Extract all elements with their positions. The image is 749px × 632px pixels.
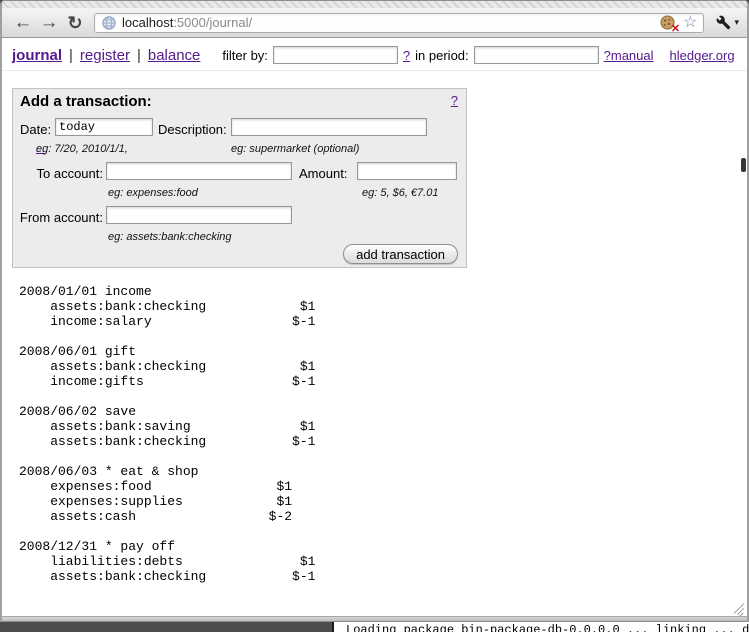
nav-link-balance[interactable]: balance: [148, 47, 201, 64]
app-navbar: journal | register | balance filter by: …: [2, 38, 747, 71]
window-titlebar[interactable]: [2, 0, 747, 8]
scrollbar-thumb[interactable]: [741, 158, 746, 172]
globe-icon: [102, 16, 116, 30]
nav-separator: |: [137, 47, 141, 64]
bookmark-star-icon[interactable]: ☆: [683, 15, 697, 31]
wrench-icon: [716, 15, 731, 30]
background-terminal-window: Loading package bin-package-db-0.0.0.0 .…: [332, 622, 749, 632]
window-bottom-edge: [2, 616, 747, 622]
filter-area: filter by: ? in period: ?: [222, 46, 610, 64]
to-account-input[interactable]: [106, 162, 292, 180]
forward-button[interactable]: →: [36, 10, 62, 36]
amount-label: Amount:: [299, 166, 347, 181]
page-content: journal | register | balance filter by: …: [2, 38, 747, 616]
report-links: journal | register | balance: [12, 47, 200, 64]
date-input[interactable]: [55, 118, 153, 136]
nav-link-register[interactable]: register: [80, 47, 130, 64]
description-hint: eg: supermarket (optional): [231, 143, 359, 155]
date-hint-more-link[interactable]: ...: [36, 143, 45, 155]
nav-link-journal[interactable]: journal: [12, 47, 62, 64]
in-period-label: in period:: [415, 48, 468, 63]
description-input[interactable]: [231, 118, 427, 136]
browser-toolbar: ← → ↻ localhost:5000/journal/ ✕: [2, 8, 747, 38]
address-bar[interactable]: localhost:5000/journal/ ✕ ☆: [94, 13, 704, 33]
journal-text: 2008/01/01 income assets:bank:checking $…: [19, 284, 315, 584]
add-transaction-panel: Add a transaction: ? Date: Description: …: [12, 88, 467, 268]
date-hint-text: eg: 7/20, 2010/1/1,: [36, 143, 128, 155]
from-account-input[interactable]: [106, 206, 292, 224]
terminal-output-line: Loading package bin-package-db-0.0.0.0 .…: [346, 623, 749, 632]
nav-separator: |: [69, 47, 73, 64]
add-form-help-link[interactable]: ?: [451, 93, 458, 108]
add-transaction-button[interactable]: add transaction: [343, 244, 458, 264]
filter-input[interactable]: [273, 46, 398, 64]
reload-button[interactable]: ↻: [62, 10, 88, 36]
period-input[interactable]: [474, 46, 599, 64]
back-button[interactable]: ←: [10, 10, 36, 36]
date-label: Date:: [20, 122, 51, 137]
panel-title: Add a transaction:: [20, 93, 152, 110]
description-label: Description:: [158, 122, 227, 137]
from-account-label: From account:: [13, 210, 103, 225]
cookie-blocked-icon[interactable]: ✕: [660, 15, 677, 31]
wrench-caret-icon: ▾: [734, 17, 739, 28]
to-account-hint: eg: expenses:food: [108, 187, 198, 199]
amount-hint: eg: 5, $6, €7.01: [362, 187, 438, 199]
filter-help-link[interactable]: ?: [403, 48, 410, 63]
filter-by-label: filter by:: [222, 48, 268, 63]
browser-window: ← → ↻ localhost:5000/journal/ ✕: [0, 0, 749, 622]
url-host: localhost: [122, 15, 173, 30]
cookie-blocked-x: ✕: [671, 22, 680, 35]
period-help-link[interactable]: ?: [604, 48, 611, 63]
amount-input[interactable]: [357, 162, 457, 180]
url-text[interactable]: localhost:5000/journal/: [122, 15, 660, 30]
window-resize-grip[interactable]: [731, 602, 744, 615]
url-path: :5000/journal/: [173, 15, 252, 30]
external-links: manual hledger.org: [611, 48, 735, 63]
to-account-label: To account:: [13, 166, 103, 181]
from-account-hint: eg: assets:bank:checking: [108, 231, 232, 243]
hledger-org-link[interactable]: hledger.org: [670, 48, 735, 63]
manual-link[interactable]: manual: [611, 48, 654, 63]
wrench-menu-button[interactable]: ▾: [716, 15, 739, 30]
